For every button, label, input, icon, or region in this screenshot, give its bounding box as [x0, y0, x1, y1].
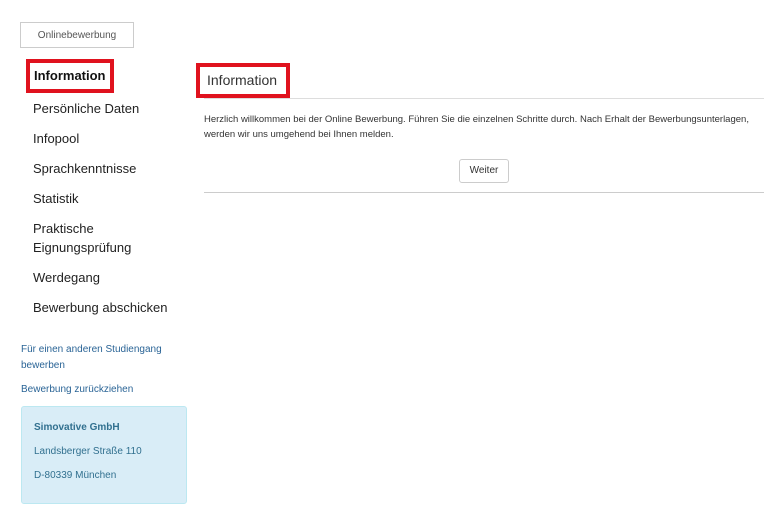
next-button[interactable]: Weiter	[459, 159, 509, 183]
sidebar-item-praktische-eignungspruefung[interactable]: Praktische Eignungsprüfung	[21, 219, 189, 268]
sidebar-links: Für einen anderen Studiengang bewerben B…	[21, 342, 189, 398]
sidebar-item-persoenliche-daten[interactable]: Persönliche Daten	[21, 99, 189, 129]
sidebar-item-bewerbung-abschicken[interactable]: Bewerbung abschicken	[21, 298, 189, 328]
sidebar-item-statistik[interactable]: Statistik	[21, 189, 189, 219]
company-city: D-80339 München	[34, 470, 117, 481]
address-info-box: Simovative GmbH Landsberger Straße 110 D…	[21, 406, 187, 504]
tab-onlinebewerbung[interactable]: Onlinebewerbung	[20, 22, 134, 48]
heading-divider	[204, 98, 764, 99]
sidebar-item-infopool[interactable]: Infopool	[21, 129, 189, 159]
other-program-link[interactable]: Für einen anderen Studiengang bewerben	[21, 342, 189, 374]
sidebar-step-list: Persönliche Daten Infopool Sprachkenntni…	[21, 99, 189, 328]
application-page: Onlinebewerbung Information Persönliche …	[0, 0, 775, 529]
sidebar-item-sprachkenntnisse[interactable]: Sprachkenntnisse	[21, 159, 189, 189]
content-divider	[204, 192, 764, 193]
intro-text: Herzlich willkommen bei der Online Bewer…	[204, 114, 749, 140]
sidebar-item-werdegang[interactable]: Werdegang	[21, 268, 189, 298]
page-title: Information	[196, 63, 290, 98]
company-name: Simovative GmbH	[34, 422, 120, 433]
withdraw-application-link[interactable]: Bewerbung zurückziehen	[21, 382, 189, 398]
company-street: Landsberger Straße 110	[34, 446, 142, 457]
sidebar-item-information[interactable]: Information	[26, 59, 114, 93]
